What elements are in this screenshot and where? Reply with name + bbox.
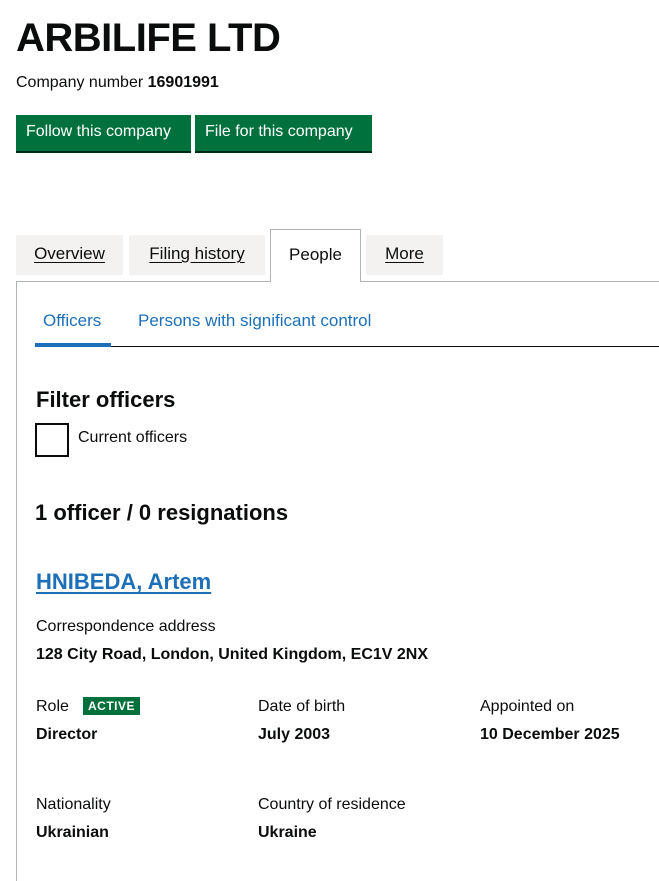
role-value: Director <box>36 726 98 743</box>
address-label: Correspondence address <box>36 618 216 635</box>
appointed-label: Appointed on <box>480 698 575 715</box>
subtab-psc[interactable]: Persons with significant control <box>138 310 371 332</box>
follow-company-button[interactable]: Follow this company <box>16 115 191 151</box>
residence-label: Country of residence <box>258 796 406 813</box>
tab-people-label: People <box>289 245 342 264</box>
tab-filing-history-label[interactable]: Filing history <box>149 244 244 263</box>
officer-count: 1 officer / 0 resignations <box>35 500 289 525</box>
company-number: Company number 16901991 <box>16 73 219 93</box>
address-value: 128 City Road, London, United Kingdom, E… <box>36 646 429 663</box>
dob-value: July 2003 <box>258 726 331 743</box>
sub-nav-divider <box>35 346 659 347</box>
tab-overview[interactable]: Overview <box>16 235 123 275</box>
subtab-active-indicator <box>35 343 111 347</box>
dob-label: Date of birth <box>258 698 346 715</box>
appointed-value: 10 December 2025 <box>480 726 620 743</box>
current-officers-label[interactable]: Current officers <box>78 428 187 448</box>
filter-heading: Filter officers <box>36 387 176 412</box>
nationality-value: Ukrainian <box>36 824 109 841</box>
role-label: Role <box>36 698 69 715</box>
tab-more[interactable]: More <box>366 235 443 275</box>
company-title: ARBILIFE LTD <box>16 16 281 60</box>
tab-filing-history[interactable]: Filing history <box>129 235 265 275</box>
tab-overview-label[interactable]: Overview <box>34 244 105 263</box>
company-number-label: Company number <box>16 74 144 91</box>
file-for-company-button[interactable]: File for this company <box>195 115 372 151</box>
subtab-officers[interactable]: Officers <box>43 310 101 332</box>
status-badge: ACTIVE <box>83 697 141 715</box>
current-officers-checkbox[interactable] <box>35 423 69 457</box>
residence-value: Ukraine <box>258 824 317 841</box>
nationality-label: Nationality <box>36 796 111 813</box>
tab-people[interactable]: People <box>270 229 361 282</box>
officer-name-link[interactable]: HNIBEDA, Artem <box>36 568 211 596</box>
company-number-value: 16901991 <box>147 74 219 91</box>
tab-more-label[interactable]: More <box>385 244 424 263</box>
